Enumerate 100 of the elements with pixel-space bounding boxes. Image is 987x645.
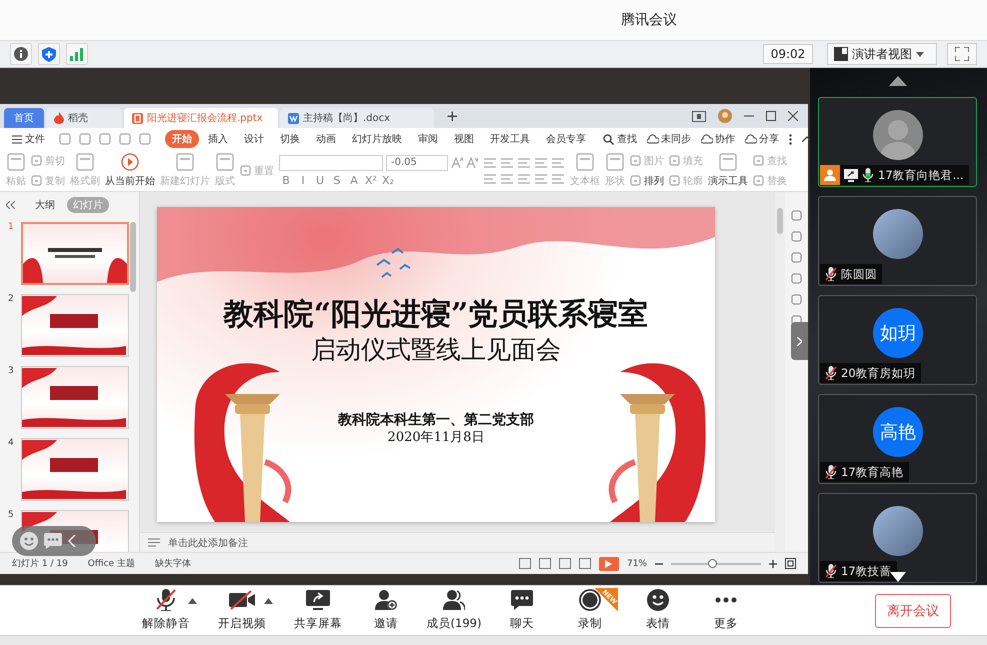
- menu-tab[interactable]: 会员专享: [539, 130, 593, 148]
- format-button[interactable]: A: [347, 174, 361, 186]
- tool-icon: [630, 155, 641, 166]
- slider-thumb[interactable]: [708, 558, 716, 568]
- members-button[interactable]: 成员(199): [426, 588, 482, 634]
- slideshow-button[interactable]: [598, 556, 619, 570]
- muted-mic-icon: [825, 564, 837, 578]
- font-name-field[interactable]: [279, 154, 383, 170]
- chat-icon[interactable]: [44, 533, 62, 549]
- panel-tab[interactable]: 大纲: [29, 197, 61, 213]
- invite-button[interactable]: 邀请: [358, 588, 414, 634]
- menu-tab[interactable]: 动画: [309, 130, 343, 148]
- menu-tab[interactable]: 开发工具: [483, 130, 537, 148]
- record-icon: [579, 588, 601, 610]
- participant-name: 17教育向艳君...: [878, 168, 964, 182]
- close-icon[interactable]: [788, 111, 798, 121]
- format-button[interactable]: U: [313, 174, 327, 186]
- menu-tab[interactable]: 插入: [201, 130, 235, 148]
- zoom-dropdown[interactable]: 71%: [626, 558, 647, 568]
- person-icon: [824, 169, 836, 181]
- slide-thumbnail[interactable]: [21, 438, 129, 501]
- unmute-button[interactable]: 解除静音: [138, 588, 194, 634]
- more-icon[interactable]: [789, 134, 792, 144]
- format-button[interactable]: X₂: [381, 174, 395, 186]
- ribbon-button[interactable]: 排列: [630, 174, 664, 188]
- missing-fonts-button[interactable]: 缺失字体: [154, 557, 191, 570]
- window-count-icon[interactable]: [692, 110, 706, 122]
- avatar-icon[interactable]: [718, 109, 732, 123]
- slide-thumbnail[interactable]: [21, 366, 129, 429]
- format-button[interactable]: X²: [364, 174, 378, 186]
- scrollbar[interactable]: [775, 192, 785, 552]
- file-menu[interactable]: 文件: [6, 132, 51, 146]
- ribbon-button[interactable]: 从当前开始: [105, 153, 155, 188]
- network-button[interactable]: [66, 43, 88, 65]
- document-tab[interactable]: 稻壳: [46, 108, 122, 128]
- format-button[interactable]: I: [296, 174, 310, 186]
- character-spacing-field[interactable]: -0.05: [386, 154, 448, 170]
- participant-tile[interactable]: 高艳 17教育高艳: [818, 394, 977, 484]
- default-avatar: [873, 110, 923, 160]
- menu-tab[interactable]: 视图: [447, 130, 481, 148]
- info-button[interactable]: [10, 43, 32, 65]
- menu-tab[interactable]: 审阅: [411, 130, 445, 148]
- document-tab[interactable]: 主持稿【尚】.docx: [280, 108, 434, 128]
- tool-icon: [606, 153, 624, 171]
- screen-share-icon: [844, 168, 858, 182]
- grow-font-icon: [451, 156, 463, 168]
- slide-thumbnail[interactable]: [21, 294, 129, 357]
- more-button[interactable]: 更多: [698, 588, 754, 634]
- slide-thumbnail[interactable]: [21, 222, 129, 285]
- options-dropdown[interactable]: [264, 598, 276, 604]
- leave-meeting-button[interactable]: 离开会议: [875, 594, 951, 628]
- participant-name: 20教育房如玥: [841, 366, 916, 380]
- sync-status-button[interactable]: 未同步: [647, 132, 691, 146]
- document-tab[interactable]: 阳光进寝汇报会流程.pptx: [124, 108, 278, 128]
- security-button[interactable]: [38, 43, 60, 65]
- paragraph-icon: [534, 174, 548, 184]
- photo-placeholder: [873, 209, 923, 259]
- options-dropdown[interactable]: [188, 598, 200, 604]
- participant-tile[interactable]: 如玥 20教育房如玥: [818, 295, 977, 385]
- view-mode-dropdown[interactable]: 演讲者视图: [827, 43, 937, 65]
- mic-icon: [862, 168, 874, 182]
- muted-mic-icon: [825, 366, 837, 380]
- side-panel-handle[interactable]: [791, 322, 808, 360]
- caret-icon: [264, 598, 273, 604]
- menu-tab[interactable]: 切换: [273, 130, 307, 148]
- reaction-button[interactable]: 表情: [630, 588, 686, 634]
- emoji-icon[interactable]: [20, 532, 38, 550]
- fit-window-icon[interactable]: [785, 558, 796, 569]
- muted-mic-icon: [825, 267, 837, 281]
- collaborate-button[interactable]: 协作: [701, 132, 735, 146]
- ribbon-button[interactable]: 演示工具: [708, 153, 748, 188]
- slide-title: 教科院“阳光进寝”党员联系寝室: [224, 297, 648, 333]
- menu-tab[interactable]: 幻灯片放映: [345, 130, 409, 148]
- format-button[interactable]: B: [279, 174, 293, 186]
- scroll-up-icon[interactable]: [888, 76, 906, 86]
- participant-tile[interactable]: 17教育向艳君...: [818, 97, 977, 187]
- scroll-down-icon[interactable]: [890, 572, 906, 582]
- menu-tab[interactable]: 设计: [237, 130, 271, 148]
- fullscreen-button[interactable]: [947, 43, 977, 65]
- share-button[interactable]: 分享: [745, 132, 779, 146]
- new-tab-button[interactable]: +: [436, 107, 469, 125]
- search-button[interactable]: 查找: [595, 132, 645, 146]
- chevron-icon: [797, 336, 802, 346]
- fullscreen-icon: [955, 47, 969, 61]
- tool-icon: [719, 153, 737, 171]
- notes-field[interactable]: 单击此处添加备注: [168, 536, 248, 550]
- video-button[interactable]: 开启视频: [214, 588, 270, 634]
- chat-button[interactable]: 聊天: [494, 588, 550, 634]
- participant-tile[interactable]: 陈圆圆: [818, 196, 977, 286]
- paragraph-icon: [551, 174, 565, 184]
- document-tab[interactable]: 首页: [4, 108, 44, 128]
- maximize-icon[interactable]: [766, 111, 776, 121]
- paragraph-icon: [534, 158, 548, 168]
- zoom-in-icon[interactable]: [769, 560, 777, 568]
- slide-number: 3: [8, 366, 15, 378]
- participant-tile[interactable]: 17教技蔷: [818, 493, 977, 583]
- share-screen-button[interactable]: 共享屏幕: [290, 588, 346, 634]
- collapse-panel-icon[interactable]: [6, 201, 15, 209]
- layout-icon: [834, 47, 848, 61]
- format-button[interactable]: S: [330, 174, 344, 186]
